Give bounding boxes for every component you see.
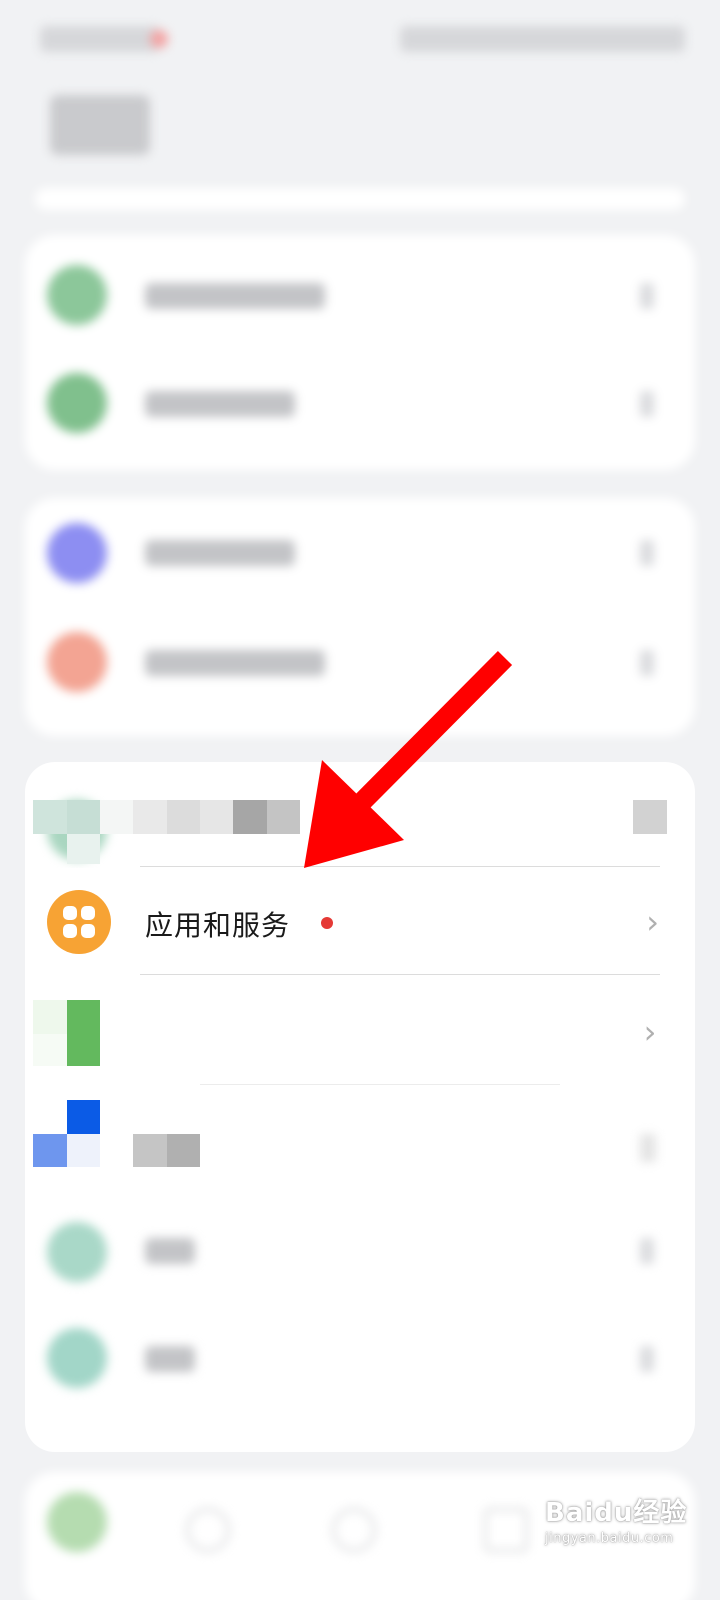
- back-icon[interactable]: [186, 1508, 230, 1552]
- home-icon[interactable]: [332, 1508, 376, 1552]
- recents-icon[interactable]: [484, 1508, 528, 1552]
- watermark: Baidu经验 jingyan.baidu.com: [545, 1492, 687, 1546]
- watermark-logo: Baidu经验: [545, 1498, 688, 1528]
- watermark-url: jingyan.baidu.com: [545, 1531, 674, 1546]
- annotation-arrow: [304, 650, 513, 868]
